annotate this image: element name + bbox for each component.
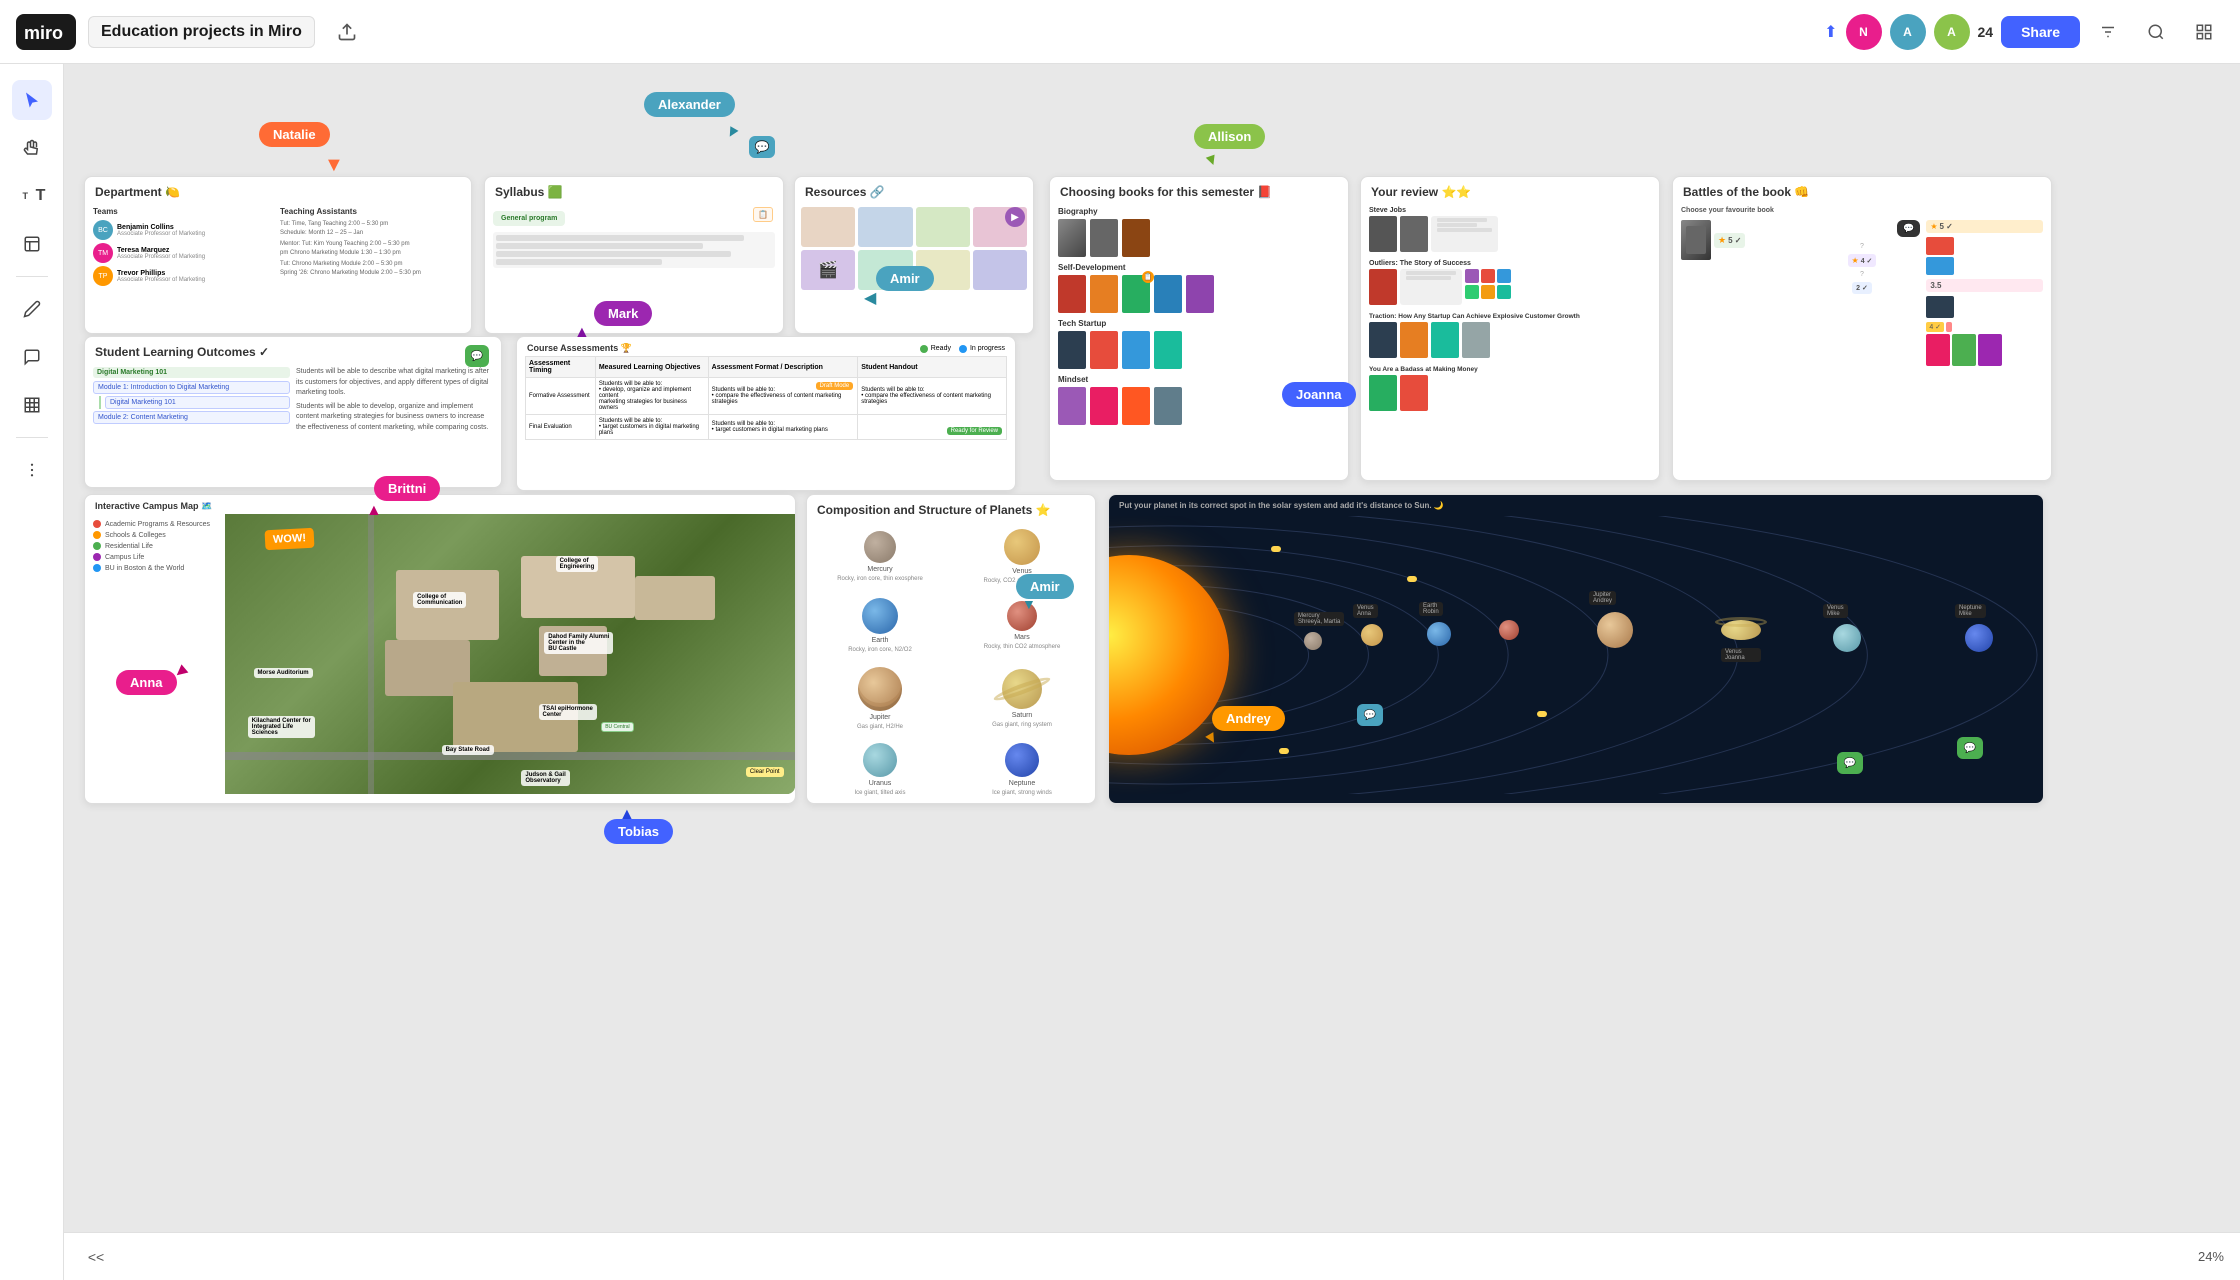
amir-cursor: ◀ bbox=[864, 288, 876, 308]
more-tools[interactable] bbox=[12, 450, 52, 490]
sticky-tool[interactable] bbox=[12, 224, 52, 264]
neptune-planet bbox=[1965, 624, 1993, 652]
department-section: Department 🍋 Teams BC Benjamin CollinsAs… bbox=[84, 176, 472, 334]
comment-tool[interactable] bbox=[12, 337, 52, 377]
choosing-books-title: Choosing books for this semester 📕 bbox=[1050, 177, 1348, 203]
toolbar-separator-2 bbox=[16, 437, 48, 438]
bottombar: << 24% bbox=[64, 1232, 2240, 1280]
collapse-button[interactable]: << bbox=[80, 1241, 112, 1273]
user-cursor-andrey: Andrey bbox=[1212, 706, 1285, 731]
svg-text:miro: miro bbox=[24, 23, 63, 43]
solar-comment-4: 💬 bbox=[1837, 752, 1863, 774]
hand-tool[interactable] bbox=[12, 128, 52, 168]
alexander-chat-icon: 💬 bbox=[749, 136, 775, 158]
cursor-tool[interactable] bbox=[12, 80, 52, 120]
alexander-cursor: ▼ bbox=[721, 121, 744, 145]
venus-planet bbox=[1361, 624, 1383, 646]
solar-sticky-3 bbox=[1537, 711, 1547, 717]
solar-comment-3: 💬 bbox=[1957, 737, 1983, 759]
student-outcomes-title: Student Learning Outcomes ✓ bbox=[85, 337, 501, 363]
frame-tool[interactable] bbox=[12, 385, 52, 425]
topbar: miro Education projects in Miro ⬆ N A A … bbox=[0, 0, 2240, 64]
user-cursor-joanna: Joanna bbox=[1282, 382, 1356, 407]
campus-map-section: Interactive Campus Map 🗺️ Academic Progr… bbox=[84, 494, 796, 804]
earth-planet bbox=[1427, 622, 1451, 646]
outcomes-comment: 💬 bbox=[465, 345, 489, 367]
your-review-section: Your review ⭐⭐ Steve Jobs Outliers: The … bbox=[1360, 176, 1660, 481]
saturn-planet: VenusJoanna bbox=[1721, 614, 1761, 662]
department-title: Department 🍋 bbox=[85, 177, 471, 203]
apps-button[interactable] bbox=[2184, 12, 2224, 52]
upload-button[interactable] bbox=[327, 12, 367, 52]
planets-title: Composition and Structure of Planets ⭐ bbox=[807, 495, 1095, 521]
wow-sticky: WOW! bbox=[265, 528, 315, 551]
amir2-cursor: ▼ bbox=[1022, 596, 1036, 612]
user-cursor-mark: Mark bbox=[594, 301, 652, 326]
battles-book-section: Battles of the book 👊 Choose your favour… bbox=[1672, 176, 2052, 481]
toolbar-separator bbox=[16, 276, 48, 277]
avatar-3[interactable]: A bbox=[1934, 14, 1970, 50]
left-toolbar: T T bbox=[0, 64, 64, 1280]
solar-comment-2: 💬 bbox=[1357, 704, 1383, 726]
choosing-books-section: Choosing books for this semester 📕 Biogr… bbox=[1049, 176, 1349, 481]
avatar-1[interactable]: N bbox=[1846, 14, 1882, 50]
allison-cursor: ▼ bbox=[1201, 150, 1222, 172]
board-title[interactable]: Education projects in Miro bbox=[88, 16, 315, 48]
solar-system-title: Put your planet in its correct spot in t… bbox=[1109, 495, 2043, 516]
mercury-planet bbox=[1304, 632, 1322, 650]
syllabus-title: Syllabus 🟩 bbox=[485, 177, 783, 203]
user-cursor-natalie: Natalie bbox=[259, 122, 330, 147]
filter-button[interactable] bbox=[2088, 12, 2128, 52]
share-button[interactable]: Share bbox=[2001, 16, 2080, 48]
planets-section: Composition and Structure of Planets ⭐ M… bbox=[806, 494, 1096, 804]
cursor-icon: ⬆ bbox=[1824, 22, 1837, 42]
user-cursor-anna: Anna bbox=[116, 670, 177, 695]
solar-sticky-2 bbox=[1407, 576, 1417, 582]
solar-sticky-4 bbox=[1279, 748, 1289, 754]
user-cursor-tobias: Tobias bbox=[604, 819, 673, 844]
jupiter-label: Jupiter bbox=[869, 714, 890, 721]
search-button[interactable] bbox=[2136, 12, 2176, 52]
avatar-count: 24 bbox=[1978, 24, 1994, 40]
jupiter-planet bbox=[1597, 612, 1633, 648]
zoom-level: 24% bbox=[2198, 1249, 2224, 1264]
solar-sticky-1 bbox=[1271, 546, 1281, 552]
collaborators-area: ⬆ N A A 24 Share bbox=[1824, 12, 2224, 52]
your-review-title: Your review ⭐⭐ bbox=[1361, 177, 1659, 203]
natalie-cursor-arrow: ▼ bbox=[324, 154, 344, 177]
battles-title: Battles of the book 👊 bbox=[1673, 177, 2051, 203]
mark-cursor: ▲ bbox=[574, 324, 590, 342]
avatar-2[interactable]: A bbox=[1890, 14, 1926, 50]
user-cursor-brittni: Brittni bbox=[374, 476, 440, 501]
user-cursor-alexander: Alexander bbox=[644, 92, 735, 117]
svg-text:T: T bbox=[22, 191, 28, 201]
tobias-cursor: ▲ bbox=[619, 806, 635, 824]
pen-tool[interactable] bbox=[12, 289, 52, 329]
user-cursor-amir: Amir bbox=[876, 266, 934, 291]
solar-system-section: Put your planet in its correct spot in t… bbox=[1108, 494, 2044, 804]
canvas-area[interactable]: Natalie ▼ Alexander ▼ 💬 Allison ▼ Mark ▲… bbox=[64, 64, 2240, 1232]
mars-planet bbox=[1499, 620, 1519, 640]
resources-title: Resources 🔗 bbox=[795, 177, 1033, 203]
resources-section: Resources 🔗 🎬 ▶ bbox=[794, 176, 1034, 334]
miro-logo[interactable]: miro bbox=[16, 14, 76, 50]
course-assessments-section: Course Assessments 🏆 Ready In progress A… bbox=[516, 336, 1016, 491]
text-tool[interactable]: T T bbox=[12, 176, 52, 216]
brittni-cursor: ▲ bbox=[366, 502, 382, 520]
student-outcomes-section: Student Learning Outcomes ✓ Digital Mark… bbox=[84, 336, 502, 488]
uranus-planet bbox=[1833, 624, 1861, 652]
user-cursor-allison: Allison bbox=[1194, 124, 1265, 149]
